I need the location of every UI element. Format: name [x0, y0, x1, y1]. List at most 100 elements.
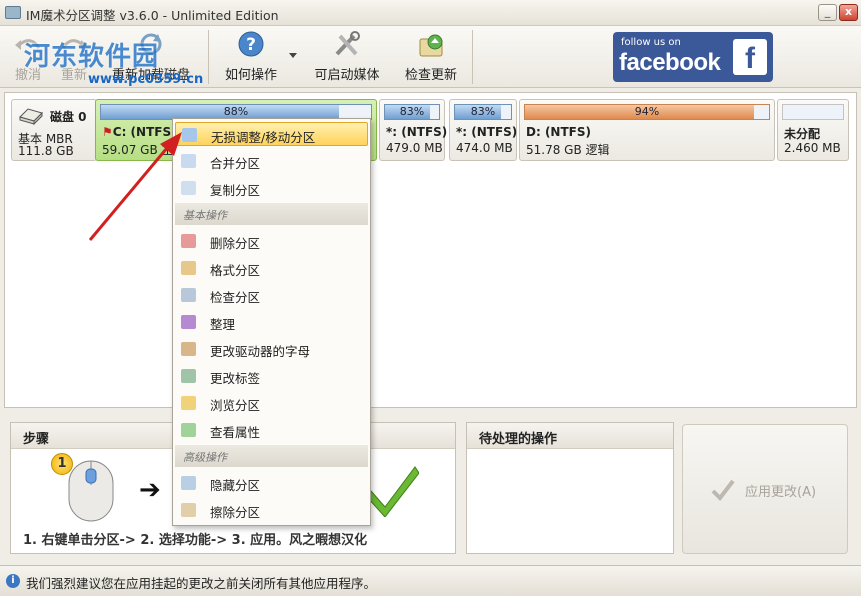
menu-item-label: 无损调整/移动分区: [211, 130, 316, 145]
facebook-banner[interactable]: follow us on facebook f: [613, 32, 773, 82]
format-icon: [181, 261, 196, 275]
menu-item-hide[interactable]: 隐藏分区: [175, 471, 368, 495]
menu-item-label: 更改标签: [210, 371, 261, 386]
disk-size: 111.8 GB: [18, 144, 74, 158]
menu-item-resize-move[interactable]: 无损调整/移动分区: [175, 122, 368, 146]
watermark-url: www.pc0359.cn: [88, 72, 204, 87]
folder-icon: [181, 396, 196, 410]
menu-header-advanced: 高级操作: [175, 445, 368, 467]
usage-bar: 83%: [454, 104, 512, 120]
tools-icon: [335, 31, 360, 56]
facebook-brand-text: facebook: [619, 49, 721, 76]
status-message: 我们强烈建议您在应用挂起的更改之前关闭所有其他应用程序。: [26, 576, 377, 591]
pending-header: 待处理的操作: [467, 423, 673, 449]
steps-instructions: 1. 右键单击分区-> 2. 选择功能-> 3. 应用。风之暇想汉化: [23, 533, 368, 548]
title-bar: IM魔术分区调整 v3.6.0 - Unlimited Edition _ x: [0, 0, 861, 26]
partition-info: 479.0 MB: [386, 141, 443, 155]
partition-name: *: (NTFS): [456, 125, 518, 139]
app-icon: [5, 6, 21, 19]
partition-info: 2.460 MB: [784, 141, 841, 155]
partition-hidden-1[interactable]: 83% *: (NTFS) 479.0 MB: [379, 99, 448, 161]
pending-title: 待处理的操作: [479, 432, 558, 447]
menu-item-label: 查看属性: [210, 425, 261, 440]
checkmark-icon: [367, 466, 419, 517]
status-bar: i 我们强烈建议您在应用挂起的更改之前关闭所有其他应用程序。: [0, 565, 861, 596]
menu-item-label: 擦除分区: [210, 505, 261, 520]
menu-header-basic: 基本操作: [175, 203, 368, 225]
drive-letter-icon: [181, 342, 196, 356]
menu-item-label: 隐藏分区: [210, 478, 261, 493]
menu-item-label: 检查分区: [210, 290, 261, 305]
menu-item-merge[interactable]: 合并分区: [175, 149, 368, 173]
magnifier-icon: [181, 288, 196, 302]
partition-name: 未分配: [784, 127, 821, 141]
bootable-media-label: 可启动媒体: [314, 68, 380, 83]
step-number-badge: 1: [51, 453, 73, 475]
window-title: IM魔术分区调整 v3.6.0 - Unlimited Edition: [26, 8, 279, 23]
partition-hidden-2[interactable]: 83% *: (NTFS) 474.0 MB: [449, 99, 517, 161]
menu-item-label: 整理: [210, 317, 236, 332]
disk-title: 磁盘 0: [50, 110, 87, 124]
toolbar-separator: [472, 30, 473, 84]
menu-item-label: 更改驱动器的字母: [210, 344, 311, 359]
partition-name: D: (NTFS): [526, 125, 591, 139]
partition-d[interactable]: 94% D: (NTFS) 51.78 GB 逻辑: [519, 99, 775, 161]
partition-unallocated[interactable]: 未分配 2.460 MB: [777, 99, 849, 161]
menu-item-properties[interactable]: 查看属性: [175, 418, 368, 442]
steps-title: 步骤: [23, 432, 50, 447]
update-icon: [419, 34, 443, 57]
minimize-button[interactable]: _: [818, 4, 837, 21]
info-icon: i: [6, 574, 20, 588]
partition-info: 51.78 GB 逻辑: [526, 143, 610, 157]
menu-item-label: 浏览分区: [210, 398, 261, 413]
apply-changes-button[interactable]: 应用更改(A): [682, 424, 848, 554]
close-button[interactable]: x: [839, 4, 858, 21]
arrow-right-icon: ➔: [139, 475, 161, 505]
toolbar-separator: [208, 30, 209, 84]
usage-percent: 83%: [399, 105, 425, 118]
menu-item-delete[interactable]: 删除分区: [175, 229, 368, 253]
menu-item-label: 复制分区: [210, 183, 261, 198]
usage-bar: 83%: [384, 104, 440, 120]
properties-icon: [181, 423, 196, 437]
defrag-icon: [181, 315, 196, 329]
label-icon: [181, 369, 196, 383]
apply-check-icon: [711, 479, 735, 501]
help-label: 如何操作: [224, 68, 277, 83]
svg-text:?: ?: [246, 35, 256, 55]
partition-name: *: (NTFS): [386, 125, 448, 139]
hard-disk-icon: [19, 108, 43, 126]
menu-item-label: 合并分区: [210, 156, 261, 171]
toolbar: 撤消 重新 重新加载磁盘 ? 如何操作 可启动媒体 检查更新 follow us…: [0, 26, 861, 88]
hide-icon: [181, 476, 196, 490]
menu-item-wipe[interactable]: 擦除分区: [175, 498, 368, 522]
wipe-icon: [181, 503, 196, 517]
help-button[interactable]: ? 如何操作: [216, 30, 286, 86]
menu-item-change-letter[interactable]: 更改驱动器的字母: [175, 337, 368, 361]
help-icon: ?: [238, 31, 264, 57]
usage-bar: 94%: [524, 104, 770, 120]
help-dropdown[interactable]: [288, 48, 298, 60]
menu-item-explore[interactable]: 浏览分区: [175, 391, 368, 415]
watermark-logo: 河东软件园: [24, 42, 160, 72]
menu-item-format[interactable]: 格式分区: [175, 256, 368, 280]
menu-item-check[interactable]: 检查分区: [175, 283, 368, 307]
menu-item-defrag[interactable]: 整理: [175, 310, 368, 334]
menu-item-copy[interactable]: 复制分区: [175, 176, 368, 200]
context-menu: 无损调整/移动分区 合并分区 复制分区 基本操作 删除分区 格式分区 检查分区 …: [172, 118, 371, 526]
usage-bar: [782, 104, 844, 120]
check-update-button[interactable]: 检查更新: [396, 30, 466, 86]
usage-percent: 88%: [223, 105, 249, 118]
pending-operations-panel: 待处理的操作: [466, 422, 674, 554]
usage-percent: 94%: [634, 105, 660, 118]
menu-item-label: 删除分区: [210, 236, 261, 251]
mouse-icon: [68, 460, 114, 522]
apply-changes-label: 应用更改(A): [745, 485, 817, 500]
facebook-follow-text: follow us on: [621, 37, 681, 48]
menu-item-change-label[interactable]: 更改标签: [175, 364, 368, 388]
annotation-arrow-icon: [88, 132, 182, 241]
partition-info: 474.0 MB: [456, 141, 513, 155]
check-update-label: 检查更新: [404, 68, 457, 83]
menu-item-label: 格式分区: [210, 263, 261, 278]
bootable-media-button[interactable]: 可启动媒体: [306, 30, 388, 86]
